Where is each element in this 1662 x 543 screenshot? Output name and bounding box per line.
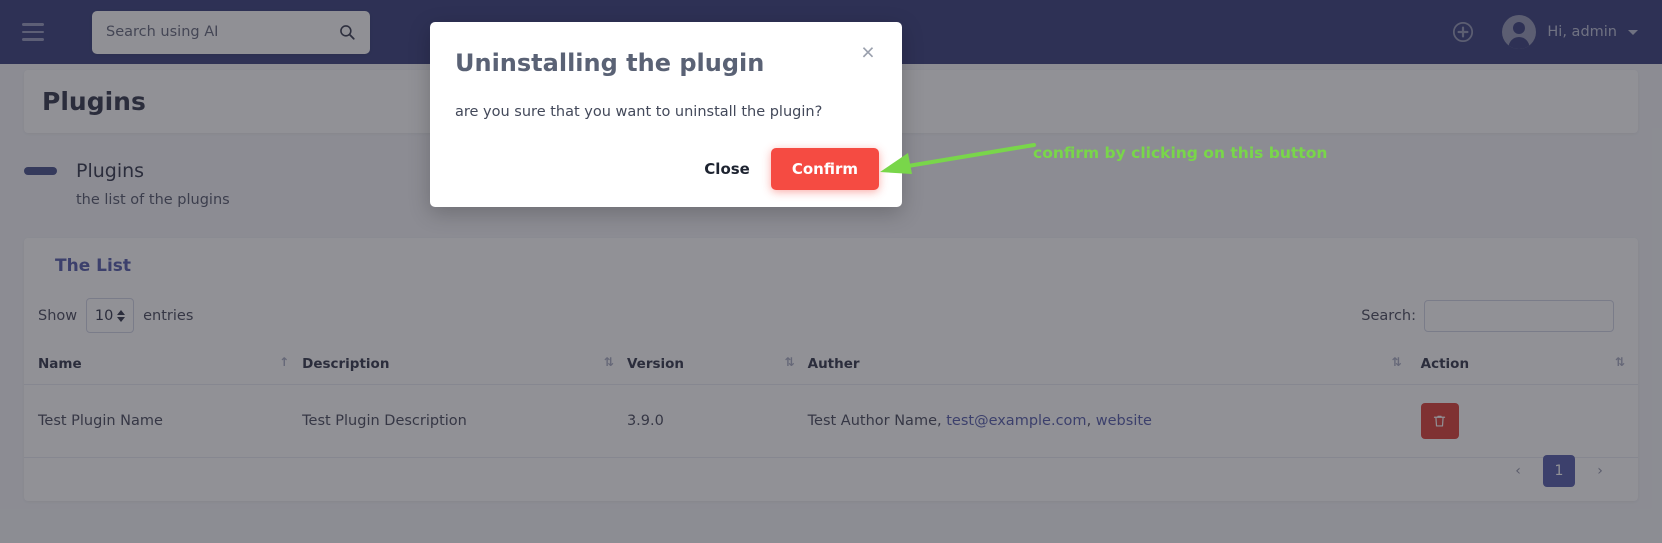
uninstall-confirm-modal: Uninstalling the plugin × are you sure t… xyxy=(430,22,902,207)
close-icon[interactable]: × xyxy=(855,39,881,65)
arrow-left-icon xyxy=(880,143,1036,174)
modal-title: Uninstalling the plugin xyxy=(455,49,765,77)
app-root: Hi, admin Plugins Plugins the list of th… xyxy=(0,0,1662,543)
close-button[interactable]: Close xyxy=(704,160,750,178)
modal-body-text: are you sure that you want to uninstall … xyxy=(455,104,823,120)
modal-footer: Close Confirm xyxy=(704,148,879,190)
confirm-button[interactable]: Confirm xyxy=(770,148,879,190)
annotation-text: confirm by clicking on this button xyxy=(1033,144,1328,162)
